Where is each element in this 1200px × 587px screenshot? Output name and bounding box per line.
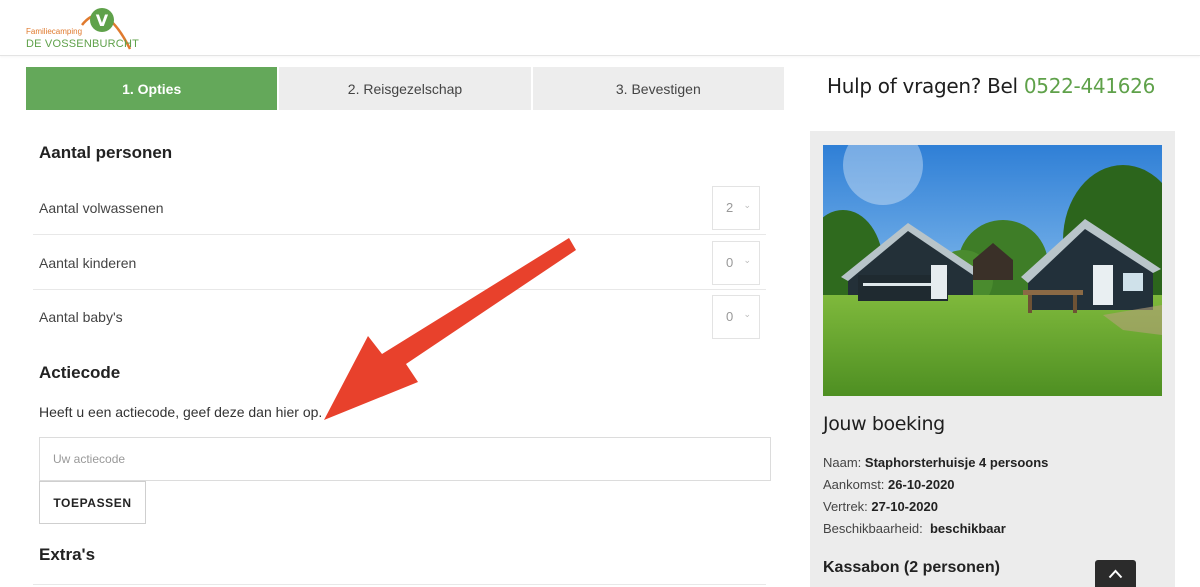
logo-tagline: Familiecamping xyxy=(26,27,83,36)
booking-sidebar: Jouw boeking Naam: Staphorsterhuisje 4 p… xyxy=(810,131,1175,587)
booking-title: Jouw boeking xyxy=(823,413,945,435)
chevron-down-icon: ⌄ xyxy=(743,199,751,210)
scroll-to-top-button[interactable] xyxy=(1095,560,1136,587)
booking-departure-label: Vertrek: xyxy=(823,499,872,514)
booking-arrival-label: Aankomst: xyxy=(823,477,889,492)
help-phone-link[interactable]: 0522-441626 xyxy=(1024,74,1155,98)
adults-label: Aantal volwassenen xyxy=(39,199,164,216)
promo-heading: Actiecode xyxy=(39,363,121,382)
booking-arrival: Aankomst: 26-10-2020 xyxy=(823,477,955,492)
site-logo[interactable]: V Familiecamping DE VOSSENBURCHT xyxy=(24,3,140,53)
babies-select[interactable]: 0 ⌄ xyxy=(712,295,760,339)
children-label: Aantal kinderen xyxy=(39,254,137,271)
booking-name-label: Naam: xyxy=(823,455,865,470)
accommodation-photo xyxy=(823,145,1162,396)
apply-button[interactable]: TOEPASSEN xyxy=(39,481,146,524)
booking-availability: Beschikbaarheid: beschikbaar xyxy=(823,521,1006,536)
promo-code-input[interactable] xyxy=(39,437,771,481)
step-travel-party[interactable]: 2. Reisgezelschap xyxy=(279,67,531,110)
children-value: 0 xyxy=(726,254,734,270)
extras-heading: Extra's xyxy=(39,545,96,564)
babies-label: Aantal baby's xyxy=(39,309,123,325)
booking-name: Naam: Staphorsterhuisje 4 persoons xyxy=(823,455,1048,470)
persons-heading: Aantal personen xyxy=(39,143,173,162)
logo-name: DE VOSSENBURCHT xyxy=(26,38,140,50)
children-select[interactable]: 0 ⌄ xyxy=(712,240,760,285)
adults-row: Aantal volwassenen 2 ⌄ xyxy=(33,181,766,235)
chevron-up-icon xyxy=(1108,569,1123,579)
receipt-heading: Kassabon (2 personen) xyxy=(823,559,1000,576)
booking-name-value: Staphorsterhuisje 4 persoons xyxy=(864,455,1049,470)
chevron-down-icon: ⌄ xyxy=(743,254,751,265)
booking-arrival-value: 26-10-2020 xyxy=(888,477,955,492)
section-divider xyxy=(33,584,766,585)
adults-select[interactable]: 2 ⌄ xyxy=(712,185,760,230)
step-confirm[interactable]: 3. Bevestigen xyxy=(532,67,784,110)
booking-departure: Vertrek: 27-10-2020 xyxy=(823,499,938,514)
help-text: Hulp of vragen? Bel xyxy=(826,74,1024,98)
site-header: V Familiecamping DE VOSSENBURCHT xyxy=(0,0,1200,56)
booking-departure-value: 27-10-2020 xyxy=(871,499,938,514)
babies-value: 0 xyxy=(726,309,734,324)
cabin-photo-image xyxy=(823,145,1162,396)
logo-letter: V xyxy=(96,11,109,30)
chevron-down-icon: ⌄ xyxy=(743,309,751,319)
adults-value: 2 xyxy=(726,199,734,215)
help-contact: Hulp of vragen? Bel 0522-441626 xyxy=(810,74,1172,98)
step-options[interactable]: 1. Opties xyxy=(26,67,278,110)
booking-availability-label: Beschikbaarheid: xyxy=(823,521,930,536)
booking-availability-value: beschikbaar xyxy=(929,521,1006,536)
promo-description: Heeft u een actiecode, geef deze dan hie… xyxy=(39,404,323,420)
booking-steps: 1. Opties 2. Reisgezelschap 3. Bevestige… xyxy=(26,67,784,110)
red-arrow-icon xyxy=(324,238,576,420)
